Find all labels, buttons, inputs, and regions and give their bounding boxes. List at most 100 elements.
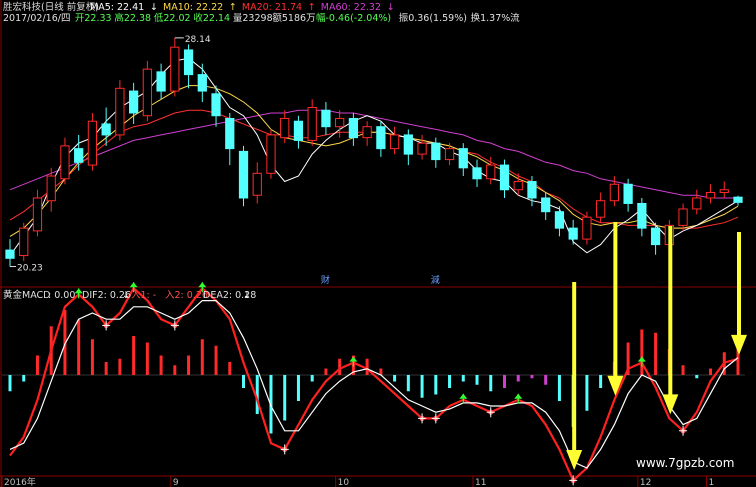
info-low: 低22.02 [154,12,191,24]
candle-body [5,249,15,259]
dea2-line [9,300,739,469]
candle-body [32,197,43,232]
macd-bar [393,375,397,382]
macd-bar [132,336,136,375]
candle [307,99,317,146]
macd-bar [173,365,177,375]
macd-bar [420,375,424,398]
candle [115,80,125,141]
candle [32,189,43,237]
macd-bar [187,355,191,375]
candle-body [513,181,523,191]
candle-body [101,123,111,136]
macd-bar [214,345,218,375]
signal-arrow [566,282,583,470]
time-axis-label: 10 [338,478,350,487]
entry2-label: 入2: 0.26 [165,290,208,301]
macd-bar [530,375,534,379]
macd-panel [2,286,745,483]
time-axis-label: 12 [640,478,651,487]
macd-bar [283,375,287,421]
signal-arrow [731,232,747,355]
time-axis: 2016年 9 10 11 12 1 [1,476,714,487]
candle-body [87,120,98,166]
low-price-annotation: 20.23 [17,264,43,274]
candle [252,162,262,204]
candle [499,159,510,198]
candle [348,112,359,146]
info-amount: 额5186万 [272,12,315,24]
candle [692,189,702,215]
ohlc-info-line: 2017/02/16/四 开22.33 高22.38 低22.02 收22.14 量232… [3,12,520,24]
macd-bar [448,375,452,388]
macd-bar [557,375,561,401]
macd-bar [77,319,81,375]
candle-body [321,109,331,128]
macd-bar [242,375,246,388]
buy-signals [74,282,688,486]
candle [389,126,400,155]
macd-bar [475,375,479,385]
macd-high-marker [637,356,646,367]
dif2-line [9,286,739,483]
macd-bar [640,329,644,375]
chart-frame [0,0,756,487]
ma-legend: MA5: 22.41 ↓ MA10: 22.22 ↑ MA20: 21.74 ↑ MA60:… [90,2,395,13]
dea2-arrow: ↓ [243,290,251,301]
dif2-arrow: ↓ [122,290,130,301]
candle [266,129,276,179]
candle-body [197,74,207,92]
macd-header: 黄金MACD: 0.00 DIF2: 0.26↓ 入1: - 入2: 0.26DEA2… [3,289,256,301]
info-close: 收22.14 [193,12,230,24]
candle-body [650,227,661,246]
ma-legend-arrow: ↓ [387,2,395,13]
macd-bar [502,375,506,388]
candle-body [417,142,427,155]
candle [458,143,468,177]
candle-body [252,172,262,196]
candle [321,102,331,135]
candle-body [156,71,166,92]
candle [238,145,249,207]
candle-body [637,202,647,229]
macd-bar [200,339,204,375]
time-axis-label: 11 [475,478,486,487]
candle [293,115,304,149]
candle [650,222,661,255]
macd-bar [695,375,699,379]
macd-bar [681,365,685,375]
candlesticks [5,37,743,267]
candle [87,112,98,171]
macd-bar [310,375,314,382]
macd-bar [90,339,94,375]
arrow-head [731,334,747,355]
arrow-shaft [668,226,673,397]
arrow-shaft [613,222,618,378]
candle-body [183,49,194,76]
macd-bar [599,375,603,388]
candle [733,195,743,206]
macd-bar [489,375,493,392]
candle [417,134,427,160]
candle-body [225,117,235,150]
arrow-shaft [737,232,741,337]
info-date: 2017/02/16/四 [3,13,70,24]
ma-legend-arrow: ↑ [229,2,237,13]
candle [142,60,152,122]
macd-bar [228,362,232,375]
info-high: 高22.38 [114,12,151,24]
candle [19,222,29,262]
candle [156,63,166,100]
candle [678,203,688,231]
macd-high-marker [349,356,358,367]
candle [568,219,578,245]
candle-body [554,211,565,229]
candle [403,129,413,166]
macd-bar [159,355,163,375]
candle [596,192,606,223]
macd-bar [8,375,12,392]
moving-average-lines [9,57,739,256]
candle [376,121,386,157]
event-markers: 财減 [321,274,440,286]
candle-body [376,126,386,150]
